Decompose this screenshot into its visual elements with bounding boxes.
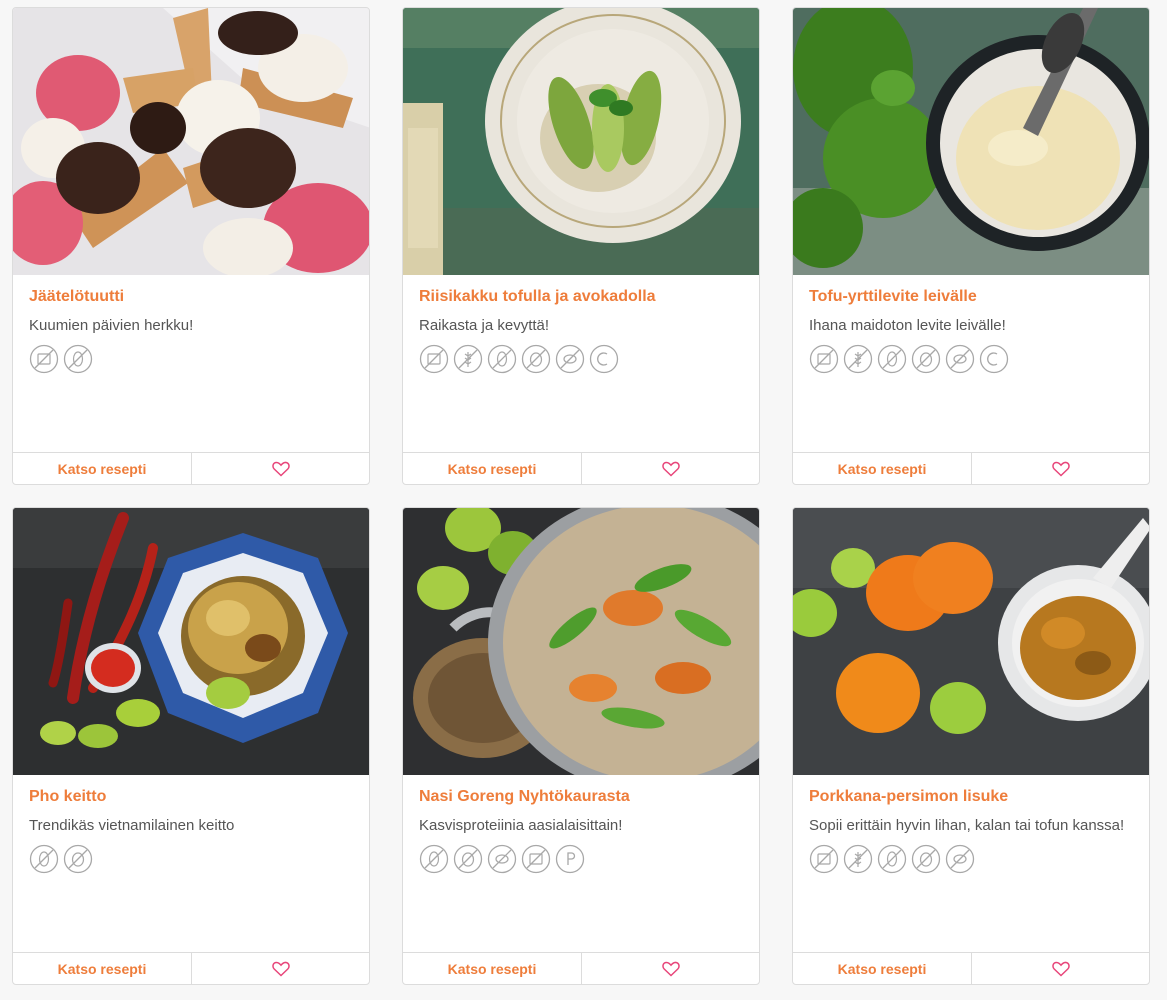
nut-free-icon [29, 844, 59, 874]
view-recipe-button[interactable]: Katso resepti [13, 953, 192, 984]
card-actions: Katso resepti [13, 952, 369, 984]
soy-free-icon [945, 344, 975, 374]
lactose-free-icon [809, 844, 839, 874]
card-actions: Katso resepti [403, 952, 759, 984]
recipe-photo[interactable] [13, 8, 369, 275]
recipe-photo[interactable] [793, 8, 1149, 275]
gluten-free-icon [843, 844, 873, 874]
diet-icons [419, 344, 619, 376]
recipe-grid: Jäätelötuutti Kuumien päivien herkku! Ka… [0, 0, 1167, 1000]
recipe-card: Pho keitto Trendikäs vietnamilainen keit… [12, 507, 370, 985]
egg-free-icon [911, 344, 941, 374]
diet-icons [419, 844, 585, 876]
lactose-free-icon [521, 844, 551, 874]
recipe-title[interactable]: Porkkana-persimon lisuke [809, 788, 1137, 806]
recipe-subtitle: Trendikäs vietnamilainen keitto [29, 817, 235, 834]
egg-free-icon [911, 844, 941, 874]
protein-icon [555, 844, 585, 874]
view-recipe-button[interactable]: Katso resepti [793, 953, 972, 984]
card-actions: Katso resepti [403, 452, 759, 484]
soy-free-icon [487, 844, 517, 874]
view-recipe-button[interactable]: Katso resepti [403, 453, 582, 484]
favorite-button[interactable] [192, 953, 369, 984]
heart-icon [271, 461, 290, 477]
recipe-card: Porkkana-persimon lisuke Sopii erittäin … [792, 507, 1150, 985]
recipe-subtitle: Kuumien päivien herkku! [29, 317, 194, 334]
recipe-title[interactable]: Nasi Goreng Nyhtökaurasta [419, 788, 747, 806]
card-actions: Katso resepti [793, 452, 1149, 484]
recipe-photo[interactable] [793, 508, 1149, 775]
vegan-icon [979, 344, 1009, 374]
heart-icon [661, 461, 680, 477]
egg-free-icon [521, 344, 551, 374]
recipe-card: Nasi Goreng Nyhtökaurasta Kasvisproteiin… [402, 507, 760, 985]
recipe-title[interactable]: Tofu-yrttilevite leivälle [809, 288, 1137, 306]
vegan-icon [589, 344, 619, 374]
recipe-title[interactable]: Riisikakku tofulla ja avokadolla [419, 288, 747, 306]
diet-icons [29, 844, 93, 876]
heart-icon [271, 961, 290, 977]
lactose-free-icon [29, 344, 59, 374]
nut-free-icon [63, 344, 93, 374]
favorite-button[interactable] [972, 453, 1149, 484]
favorite-button[interactable] [582, 453, 759, 484]
view-recipe-button[interactable]: Katso resepti [13, 453, 192, 484]
heart-icon [661, 961, 680, 977]
egg-free-icon [453, 844, 483, 874]
recipe-subtitle: Sopii erittäin hyvin lihan, kalan tai to… [809, 817, 1125, 834]
recipe-card: Tofu-yrttilevite leivälle Ihana maidoton… [792, 7, 1150, 485]
soy-free-icon [555, 344, 585, 374]
favorite-button[interactable] [972, 953, 1149, 984]
diet-icons [809, 844, 975, 876]
recipe-photo[interactable] [403, 508, 759, 775]
recipe-photo[interactable] [403, 8, 759, 275]
diet-icons [29, 344, 93, 376]
heart-icon [1051, 961, 1070, 977]
nut-free-icon [877, 844, 907, 874]
recipe-title[interactable]: Jäätelötuutti [29, 288, 357, 306]
recipe-title[interactable]: Pho keitto [29, 788, 357, 806]
egg-free-icon [63, 844, 93, 874]
diet-icons [809, 344, 1009, 376]
nut-free-icon [487, 344, 517, 374]
card-actions: Katso resepti [793, 952, 1149, 984]
view-recipe-button[interactable]: Katso resepti [403, 953, 582, 984]
recipe-subtitle: Kasvisproteiinia aasialaisittain! [419, 817, 623, 834]
heart-icon [1051, 461, 1070, 477]
lactose-free-icon [809, 344, 839, 374]
recipe-card: Riisikakku tofulla ja avokadolla Raikast… [402, 7, 760, 485]
recipe-card: Jäätelötuutti Kuumien päivien herkku! Ka… [12, 7, 370, 485]
gluten-free-icon [843, 344, 873, 374]
recipe-photo[interactable] [13, 508, 369, 775]
nut-free-icon [877, 344, 907, 374]
soy-free-icon [945, 844, 975, 874]
card-actions: Katso resepti [13, 452, 369, 484]
gluten-free-icon [453, 344, 483, 374]
recipe-subtitle: Ihana maidoton levite leivälle! [809, 317, 1006, 334]
favorite-button[interactable] [582, 953, 759, 984]
lactose-free-icon [419, 344, 449, 374]
favorite-button[interactable] [192, 453, 369, 484]
view-recipe-button[interactable]: Katso resepti [793, 453, 972, 484]
nut-free-icon [419, 844, 449, 874]
recipe-subtitle: Raikasta ja kevyttä! [419, 317, 550, 334]
